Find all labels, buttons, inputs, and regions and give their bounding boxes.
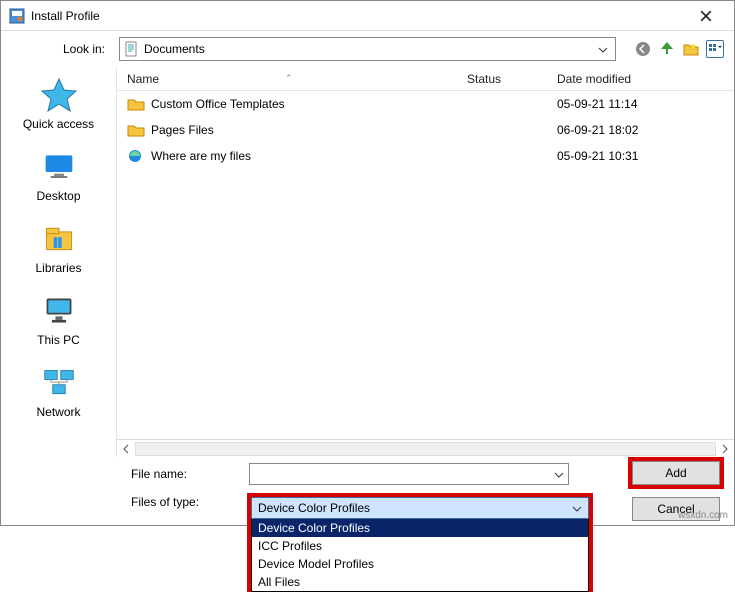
col-date[interactable]: Date modified <box>557 72 734 86</box>
filetype-option[interactable]: Device Color Profiles <box>252 519 588 537</box>
col-name[interactable]: Name <box>127 72 159 86</box>
col-status[interactable]: Status <box>467 72 557 86</box>
list-item[interactable]: Custom Office Templates 05-09-21 11:14 <box>117 91 734 117</box>
list-item[interactable]: Where are my files 05-09-21 10:31 <box>117 143 734 169</box>
window-title: Install Profile <box>31 9 686 23</box>
filetype-select[interactable]: Device Color Profiles <box>251 497 589 519</box>
star-icon <box>38 77 80 113</box>
filetype-option[interactable]: Device Model Profiles <box>252 555 588 573</box>
h-scrollbar[interactable] <box>117 439 734 457</box>
desktop-icon <box>38 149 80 185</box>
filename-input[interactable] <box>249 463 569 485</box>
file-list: Custom Office Templates 05-09-21 11:14 P… <box>117 91 734 439</box>
lookin-select[interactable]: Documents <box>119 37 616 61</box>
watermark: wsxdn.com <box>678 510 728 521</box>
place-desktop[interactable]: Desktop <box>1 149 116 203</box>
libraries-icon <box>38 221 80 257</box>
filetype-option[interactable]: ICC Profiles <box>252 537 588 555</box>
new-folder-icon[interactable] <box>682 40 700 58</box>
pc-icon <box>38 293 80 329</box>
filetype-option[interactable]: All Files <box>252 573 588 591</box>
column-headers[interactable]: Name ⌃ Status Date modified <box>117 67 734 91</box>
scroll-track[interactable] <box>135 442 716 456</box>
lookin-label: Look in: <box>11 42 111 56</box>
place-this-pc[interactable]: This PC <box>1 293 116 347</box>
place-network[interactable]: Network <box>1 365 116 419</box>
chevron-down-icon <box>595 42 611 56</box>
edge-icon <box>127 149 145 163</box>
filetype-dropdown: Device Color Profiles ICC Profiles Devic… <box>251 519 589 592</box>
scroll-left-icon[interactable] <box>117 441 135 457</box>
scroll-right-icon[interactable] <box>716 441 734 457</box>
back-icon[interactable] <box>634 40 652 58</box>
place-quick-access[interactable]: Quick access <box>1 77 116 131</box>
up-icon[interactable] <box>658 40 676 58</box>
chevron-down-icon[interactable] <box>554 467 564 481</box>
documents-icon <box>124 41 140 57</box>
places-bar: Quick access Desktop Libraries This PC N… <box>1 67 116 457</box>
place-libraries[interactable]: Libraries <box>1 221 116 275</box>
close-button[interactable] <box>686 2 726 30</box>
chevron-down-icon <box>572 501 582 515</box>
list-item[interactable]: Pages Files 06-09-21 18:02 <box>117 117 734 143</box>
folder-icon <box>127 97 145 111</box>
lookin-value: Documents <box>144 42 595 56</box>
filename-label: File name: <box>131 467 241 481</box>
network-icon <box>38 365 80 401</box>
filetype-label: Files of type: <box>131 495 241 509</box>
sort-caret-icon: ⌃ <box>285 73 293 84</box>
app-icon <box>9 8 25 24</box>
folder-icon <box>127 123 145 137</box>
add-button[interactable]: Add <box>632 461 720 485</box>
view-menu-button[interactable] <box>706 40 724 58</box>
